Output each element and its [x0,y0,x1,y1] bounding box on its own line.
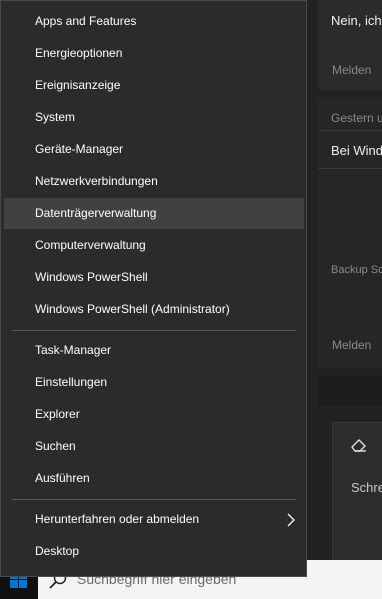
melden-link-2[interactable]: Melden [332,338,371,352]
melden-link-1[interactable]: Melden [332,63,371,77]
divider [318,130,382,131]
menu-item-ausfuehren[interactable]: Ausführen [4,463,304,494]
notification-title: Bei Wind [331,143,382,158]
menu-item-system[interactable]: System [4,102,304,133]
menu-separator [12,499,296,500]
menu-item-windows-powershell[interactable]: Windows PowerShell [4,262,304,293]
menu-separator [12,330,296,331]
winx-context-menu: Apps and Features Energieoptionen Ereign… [0,0,307,577]
menu-item-windows-powershell-admin[interactable]: Windows PowerShell (Administrator) [4,294,304,325]
menu-item-datentraegerverwaltung[interactable]: Datenträgerverwaltung [4,198,304,229]
notification-card-middle [318,98,382,368]
menu-item-suchen[interactable]: Suchen [4,431,304,462]
menu-item-explorer[interactable]: Explorer [4,399,304,430]
notification-text-top: Nein, ich [331,13,382,28]
backup-text: Backup Sc [331,264,382,276]
background-strip [318,376,382,406]
menu-item-label: Herunterfahren oder abmelden [35,512,200,526]
menu-item-computerverwaltung[interactable]: Computerverwaltung [4,230,304,261]
eraser-icon[interactable] [350,437,368,453]
timestamp-text: Gestern u [331,111,382,125]
menu-item-einstellungen[interactable]: Einstellungen [4,367,304,398]
menu-item-energieoptionen[interactable]: Energieoptionen [4,38,304,69]
note-card-text: Schre [351,480,382,495]
divider [318,168,382,169]
menu-item-netzwerkverbindungen[interactable]: Netzwerkverbindungen [4,166,304,197]
menu-item-task-manager[interactable]: Task-Manager [4,335,304,366]
menu-item-geraete-manager[interactable]: Geräte-Manager [4,134,304,165]
chevron-right-icon [287,513,295,527]
menu-item-desktop[interactable]: Desktop [4,536,304,567]
menu-item-ereignisanzeige[interactable]: Ereignisanzeige [4,70,304,101]
menu-item-herunterfahren[interactable]: Herunterfahren oder abmelden [4,504,304,535]
menu-item-apps-and-features[interactable]: Apps and Features [4,6,304,37]
